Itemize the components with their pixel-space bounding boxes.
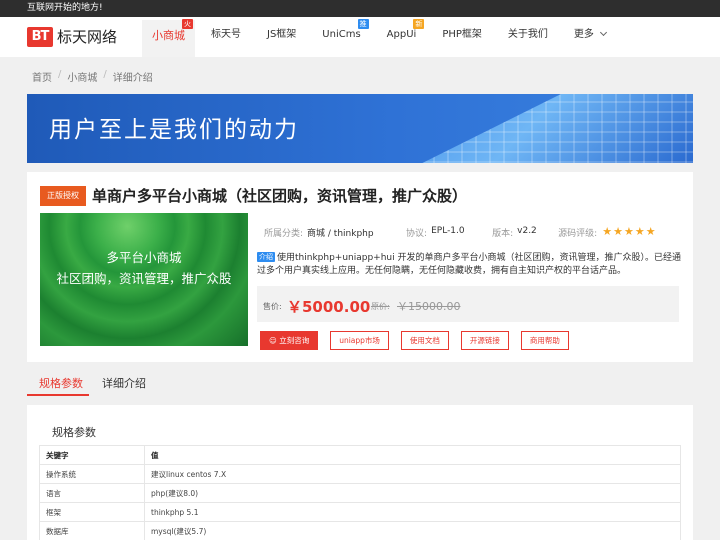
- star-icon: ★: [623, 225, 635, 238]
- product-image-line-2: 社区团购，资讯管理，推广众股: [56, 271, 232, 286]
- license-label: 协议:: [406, 229, 428, 239]
- tab-details[interactable]: 详细介绍: [102, 375, 146, 391]
- specs-table: 关键字 值 操作系统 建议linux centos 7.X 语言 php(建议8…: [39, 445, 681, 540]
- version-value: v2.2: [517, 226, 537, 236]
- breadcrumb-home[interactable]: 首页: [32, 69, 52, 84]
- nav-item-js-framework[interactable]: JS框架: [257, 17, 306, 54]
- action-buttons: ☺ 立刻咨询 uniapp市场 使用文档 开源链接 商用帮助: [260, 331, 581, 350]
- breadcrumb-separator: /: [58, 69, 62, 80]
- nav-item-label: 关于我们: [507, 29, 548, 40]
- table-cell-key: 操作系统: [39, 464, 145, 484]
- specs-title: 规格参数: [52, 426, 96, 439]
- table-row: 数据库 mysql(建议5.7): [39, 521, 681, 540]
- logo-text: 标天网络: [57, 28, 118, 46]
- product-image: 多平台小商城 社区团购，资讯管理，推广众股: [40, 213, 248, 346]
- column-header-value: 值: [144, 445, 681, 465]
- nav-item-more[interactable]: 更多: [564, 17, 616, 54]
- table-header-row: 关键字 值: [39, 445, 681, 465]
- nav-item-label: UniCms: [322, 29, 361, 40]
- new-badge: 新: [413, 19, 425, 29]
- hot-badge: 火: [182, 19, 193, 29]
- product-image-line-1: 多平台小商城: [106, 250, 182, 265]
- original-price-value: ￥15000.00: [397, 300, 461, 313]
- breadcrumb-separator: /: [103, 69, 107, 80]
- product-card: 正版授权 单商户多平台小商城（社区团购，资讯管理，推广众股） 多平台小商城 社区…: [27, 172, 693, 362]
- consult-button[interactable]: ☺ 立刻咨询: [260, 331, 319, 350]
- star-icon: ★: [613, 225, 624, 238]
- nav-item-biaotianhao[interactable]: 标天号: [201, 17, 251, 54]
- main-nav: 小商城 火 标天号 JS框架 UniCms 推 AppUi 新 PHP框架 关于…: [142, 17, 622, 57]
- product-title: 单商户多平台小商城（社区团购，资讯管理，推广众股）: [92, 187, 468, 205]
- table-cell-value: thinkphp 5.1: [144, 502, 681, 522]
- intro-tag: 介绍: [257, 252, 275, 262]
- table-cell-value: php(建议8.0): [144, 483, 681, 503]
- table-cell-key: 数据库: [39, 521, 145, 540]
- nav-item-unicms[interactable]: UniCms 推: [312, 17, 370, 54]
- logo[interactable]: BT 标天网络: [27, 26, 117, 47]
- banner-slogan: 用户至上是我们的动力: [49, 117, 299, 143]
- rating-stars: ★★★★★: [602, 225, 656, 238]
- building-image: [422, 94, 693, 163]
- price-box: 售价: ￥5000.00 原价: ￥15000.00: [257, 286, 679, 322]
- nav-item-label: PHP框架: [442, 29, 482, 40]
- chevron-down-icon: [600, 28, 608, 37]
- docs-button[interactable]: 使用文档: [400, 331, 449, 350]
- commercial-help-button[interactable]: 商用帮助: [520, 331, 569, 350]
- rating-label: 源码评级:: [558, 229, 598, 239]
- nav-item-label: JS框架: [267, 29, 297, 40]
- license-value: EPL-1.0: [431, 226, 465, 236]
- table-cell-key: 语言: [39, 483, 145, 503]
- logo-mark: BT: [27, 26, 53, 47]
- nav-item-label: AppUi: [386, 29, 417, 40]
- star-icon: ★: [645, 225, 657, 238]
- active-tab-indicator: [27, 394, 89, 396]
- table-row: 框架 thinkphp 5.1: [39, 502, 681, 522]
- detail-tabs: 规格参数 详细介绍: [27, 367, 693, 397]
- recommend-badge: 推: [357, 19, 369, 29]
- nav-item-about[interactable]: 关于我们: [498, 17, 558, 54]
- nav-item-appui[interactable]: AppUi 新: [377, 17, 427, 54]
- description-text: 使用thinkphp+uniapp+hui 开发的单商户多平台小商城（社区团购，…: [257, 253, 681, 276]
- star-icon: ★: [634, 225, 646, 238]
- original-price-label: 原价:: [371, 302, 390, 311]
- uniapp-market-button[interactable]: uniapp市场: [330, 331, 389, 350]
- category-value[interactable]: 商城 / thinkphp: [307, 226, 392, 239]
- tab-specs[interactable]: 规格参数: [39, 375, 83, 391]
- breadcrumb: 首页 / 小商城 / 详细介绍: [32, 69, 153, 84]
- nav-item-mall[interactable]: 小商城 火: [142, 19, 195, 57]
- nav-item-label: 小商城: [152, 29, 185, 42]
- navbar: BT 标天网络 小商城 火 标天号 JS框架 UniCms 推 AppUi 新 …: [0, 17, 720, 57]
- product-meta: 所属分类: 商城 / thinkphp 协议: EPL-1.0 版本: v2.2…: [264, 225, 657, 239]
- price-value: ￥5000.00: [287, 298, 371, 316]
- top-bar: 互联网开始的地方!: [0, 0, 720, 17]
- table-cell-key: 框架: [39, 502, 145, 522]
- nav-item-php-framework[interactable]: PHP框架: [432, 17, 492, 54]
- table-cell-value: mysql(建议5.7): [144, 521, 681, 540]
- breadcrumb-current: 详细介绍: [112, 73, 153, 84]
- product-description: 介绍 使用thinkphp+uniapp+hui 开发的单商户多平台小商城（社区团…: [257, 252, 682, 278]
- top-bar-text: 互联网开始的地方!: [27, 3, 103, 13]
- version-label: 版本:: [492, 229, 514, 239]
- table-row: 语言 php(建议8.0): [39, 483, 681, 503]
- nav-item-label: 标天号: [211, 29, 241, 40]
- table-cell-value: 建议linux centos 7.X: [144, 464, 681, 484]
- breadcrumb-mall[interactable]: 小商城: [67, 69, 97, 84]
- banner: 用户至上是我们的动力: [27, 94, 693, 163]
- nav-item-label: 更多: [573, 29, 594, 40]
- column-header-key: 关键字: [39, 445, 145, 465]
- category-label: 所属分类:: [264, 229, 304, 239]
- star-icon: ★: [602, 225, 614, 238]
- official-license-badge: 正版授权: [40, 186, 86, 206]
- open-source-link-button[interactable]: 开源链接: [460, 331, 509, 350]
- price-label: 售价:: [263, 302, 282, 311]
- table-row: 操作系统 建议linux centos 7.X: [39, 464, 681, 484]
- specs-panel: 规格参数 关键字 值 操作系统 建议linux centos 7.X 语言 ph…: [27, 405, 693, 540]
